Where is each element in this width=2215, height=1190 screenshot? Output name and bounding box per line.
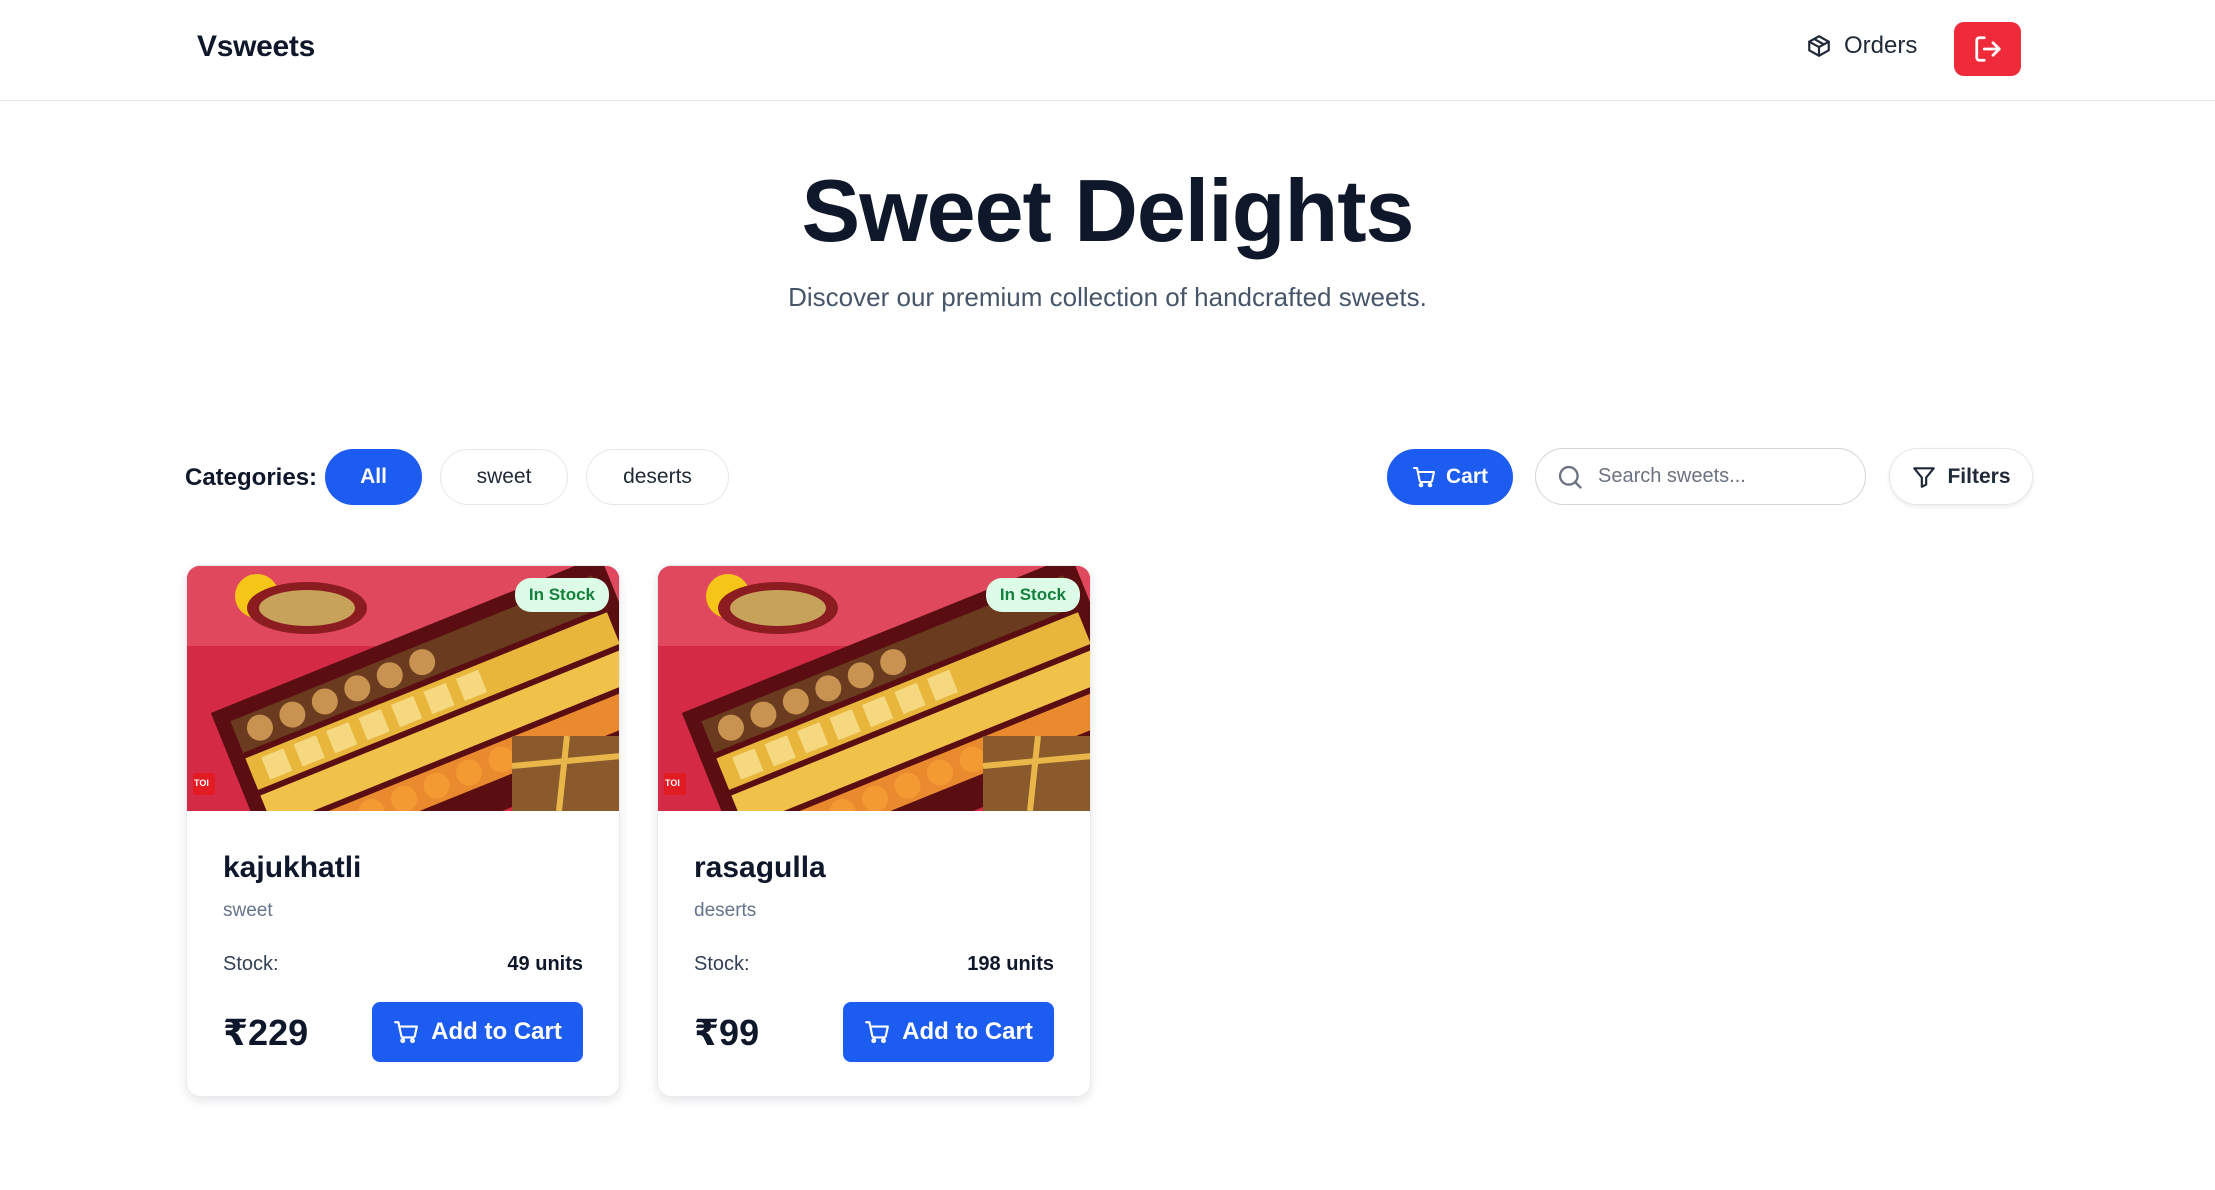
package-icon [1808, 35, 1830, 57]
product-card: TOI In Stock kajukhatli sweet Stock: 49 … [186, 565, 620, 1097]
brand-logo[interactable]: Vsweets [197, 30, 315, 64]
filter-icon [1913, 466, 1936, 488]
product-price: ₹229 [223, 1012, 309, 1053]
stock-badge: In Stock [985, 578, 1080, 612]
product-image: TOI In Stock [658, 566, 1090, 811]
stock-label: Stock: [223, 953, 279, 975]
stock-badge: In Stock [514, 578, 609, 612]
cart-icon [1412, 467, 1435, 488]
filters-label: Filters [1947, 464, 2011, 488]
top-navbar: Vsweets Orders [0, 0, 2215, 101]
add-to-cart-label: Add to Cart [902, 1018, 1033, 1045]
cart-label: Cart [1445, 465, 1488, 488]
logout-button[interactable] [1954, 22, 2021, 76]
logout-icon [1974, 36, 2001, 62]
stock-value: 198 units [967, 953, 1054, 975]
search-input[interactable] [1598, 465, 1858, 488]
cart-icon [865, 1021, 890, 1044]
categories-label: Categories: [185, 464, 318, 491]
product-image: TOI In Stock [187, 566, 619, 811]
category-chip-sweet[interactable]: sweet [440, 449, 568, 505]
search-box [1535, 448, 1866, 505]
add-to-cart-button[interactable]: Add to Cart [372, 1002, 583, 1062]
filters-button[interactable]: Filters [1889, 448, 2033, 505]
product-name: kajukhatli [223, 851, 362, 884]
category-chip-all[interactable]: All [325, 449, 422, 505]
orders-label: Orders [1844, 32, 1918, 59]
product-card: TOI In Stock rasagulla deserts Stock: 19… [657, 565, 1091, 1097]
image-logo: TOI [665, 778, 680, 788]
orders-link[interactable]: Orders [1806, 32, 1917, 60]
page-title: Sweet Delights [801, 161, 1415, 260]
add-to-cart-button[interactable]: Add to Cart [843, 1002, 1054, 1062]
image-logo: TOI [194, 778, 209, 788]
stock-value: 49 units [507, 953, 583, 975]
cart-button[interactable]: Cart [1387, 449, 1513, 505]
stock-label: Stock: [694, 953, 750, 975]
cart-icon [394, 1021, 419, 1044]
product-category: deserts [694, 900, 757, 921]
page-subtitle: Discover our premium collection of handc… [788, 282, 1427, 312]
search-icon [1558, 465, 1582, 489]
category-chip-deserts[interactable]: deserts [586, 449, 729, 505]
add-to-cart-label: Add to Cart [431, 1018, 562, 1045]
product-name: rasagulla [694, 851, 826, 884]
product-price: ₹99 [694, 1012, 760, 1053]
product-category: sweet [223, 900, 273, 921]
